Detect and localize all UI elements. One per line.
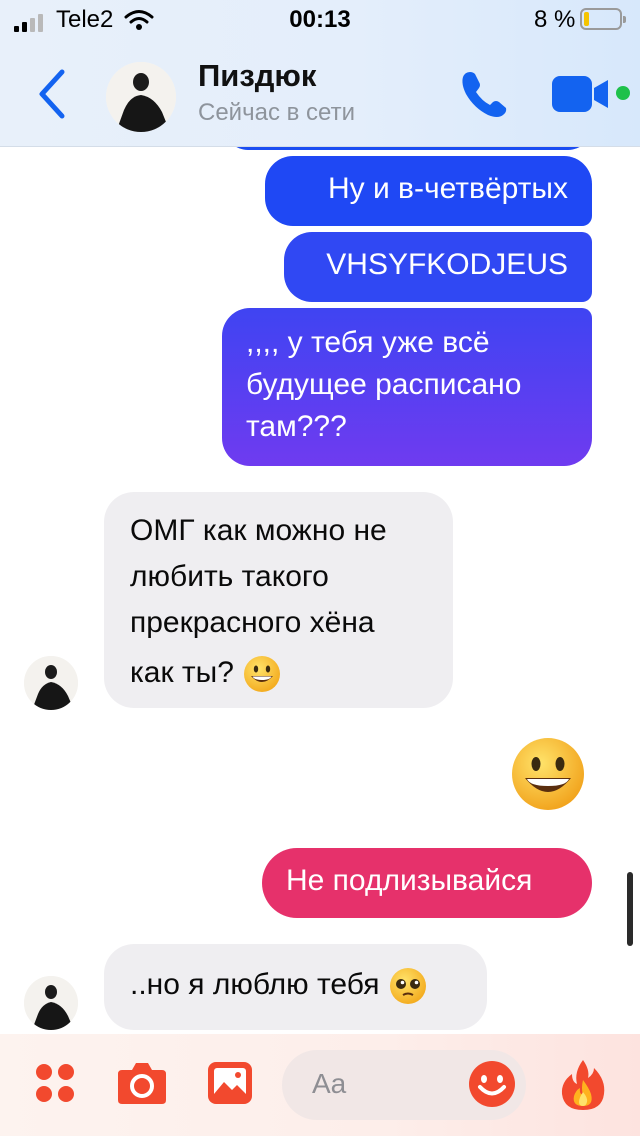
emoji-icon[interactable]: [468, 1060, 516, 1108]
avatar-photo: [106, 62, 176, 132]
message-text: VHSYFKODJEUS: [326, 248, 568, 281]
video-camera-icon[interactable]: [550, 72, 616, 116]
fire-icon[interactable]: [558, 1058, 608, 1112]
status-bar: Tele2 00:13 8 %: [0, 0, 640, 44]
apps-icon[interactable]: [34, 1062, 76, 1104]
contact-avatar[interactable]: [24, 976, 78, 1030]
message-bubble-outgoing[interactable]: Не подлизывайся: [262, 848, 592, 918]
message-bubble-incoming[interactable]: ОМГ как можно не любить такого прекрасно…: [104, 492, 453, 708]
avatar-photo: [24, 976, 78, 1030]
message-text-line: прекрасного хёна: [130, 606, 375, 639]
scrollbar[interactable]: [627, 872, 633, 946]
message-text: Не подлизывайся: [286, 864, 533, 897]
battery-icon: [580, 8, 626, 30]
message-bubble-outgoing[interactable]: Ну и в-четвёртых: [265, 156, 592, 226]
message-bubble-outgoing[interactable]: VHSYFKODJEUS: [284, 232, 592, 302]
message-text: ..но я люблю тебя: [130, 968, 380, 1001]
contact-name[interactable]: Пиздюк: [198, 58, 316, 94]
gallery-icon[interactable]: [206, 1060, 254, 1106]
pleading-face-emoji-icon: [389, 968, 426, 1005]
back-chevron-icon[interactable]: [30, 66, 76, 122]
camera-icon[interactable]: [116, 1060, 168, 1106]
message-text-line: любить такого: [130, 560, 329, 593]
avatar-photo: [24, 656, 78, 710]
contact-status: Сейчас в сети: [198, 99, 355, 126]
message-bubble-incoming[interactable]: ..но я люблю тебя: [104, 944, 487, 1030]
message-text-line: ОМГ как можно не: [130, 514, 387, 547]
message-bubble-outgoing[interactable]: ,,,, у тебя уже всё будущее расписано та…: [222, 308, 592, 466]
contact-avatar[interactable]: [24, 656, 78, 710]
phone-icon[interactable]: [456, 66, 512, 122]
message-text-line: как ты?: [130, 656, 234, 689]
message-input-placeholder: Aa: [312, 1068, 347, 1099]
message-text: Ну и в-четвёртых: [327, 172, 568, 205]
message-text-line: ,,,, у тебя уже всё: [246, 326, 490, 359]
message-list[interactable]: Ну и в-четвёртых VHSYFKODJEUS ,,,, у теб…: [0, 0, 640, 1136]
message-text-line: там???: [246, 410, 347, 443]
battery-fill: [584, 12, 589, 26]
grinning-face-emoji-icon: [244, 656, 281, 693]
message-text-line: будущее расписано: [246, 368, 522, 401]
battery-percent: 8 %: [534, 6, 576, 33]
avatar[interactable]: [106, 62, 176, 132]
grinning-face-big-emoji-icon[interactable]: [510, 736, 586, 812]
online-dot: [616, 86, 630, 100]
